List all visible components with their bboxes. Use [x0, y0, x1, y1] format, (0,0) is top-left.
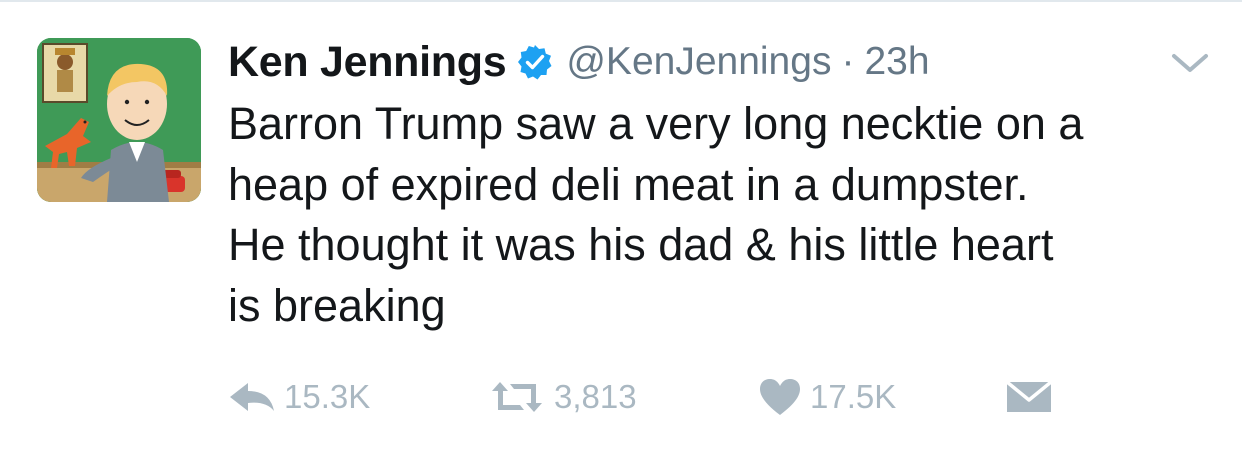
- separator-dot: ·: [841, 40, 855, 83]
- tweet-actions: 15.3K 3,813 17.5K: [228, 372, 1228, 422]
- tweet-text: Barron Trump saw a very long necktie on …: [228, 98, 1084, 331]
- like-count: 17.5K: [810, 378, 897, 415]
- avatar[interactable]: [37, 38, 201, 202]
- chevron-down-icon[interactable]: [1168, 48, 1212, 78]
- tweet-header: Ken Jennings @KenJennings · 23h: [228, 34, 930, 90]
- reply-button[interactable]: 15.3K: [228, 372, 370, 422]
- retweet-button[interactable]: 3,813: [488, 372, 637, 422]
- reply-count: 15.3K: [284, 378, 371, 415]
- timestamp[interactable]: 23h: [864, 40, 929, 84]
- retweet-count: 3,813: [554, 378, 637, 415]
- verified-badge-icon: [516, 43, 554, 81]
- direct-message-button[interactable]: [1005, 372, 1053, 422]
- reply-icon: [228, 379, 276, 415]
- like-button[interactable]: 17.5K: [758, 372, 896, 422]
- author-name[interactable]: Ken Jennings: [228, 38, 507, 87]
- envelope-icon: [1005, 378, 1053, 416]
- retweet-icon: [488, 379, 546, 415]
- heart-icon: [758, 377, 802, 417]
- author-handle[interactable]: @KenJennings: [566, 40, 831, 84]
- top-divider: [0, 0, 1242, 2]
